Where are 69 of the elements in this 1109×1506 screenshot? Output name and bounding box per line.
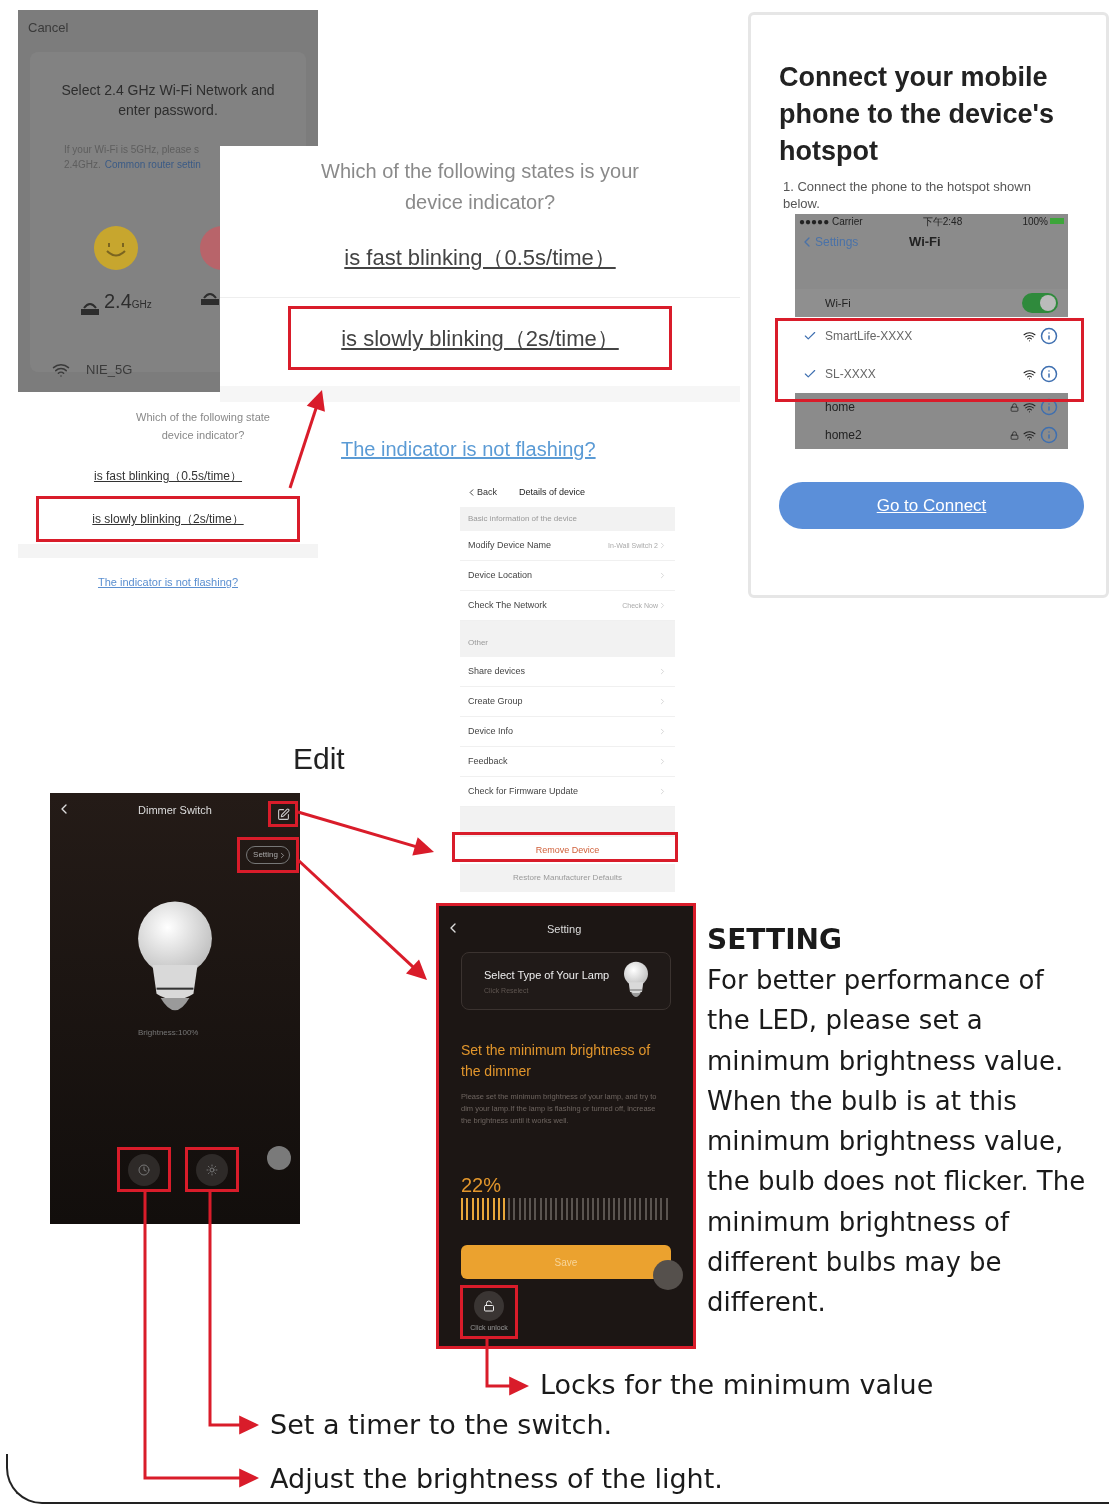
settings-row[interactable]: Device Info xyxy=(460,717,675,748)
settings-row[interactable]: Device Location xyxy=(460,561,675,592)
battery-label: 100% xyxy=(1022,213,1064,229)
remove-device-button[interactable]: Remove Device xyxy=(535,843,600,858)
lamp-type-title: Select Type of Your Lamp xyxy=(484,968,610,983)
back-link[interactable]: Back xyxy=(466,485,497,500)
brightness-label: Brightness:100% xyxy=(138,1027,199,1039)
hotspot-title: Connect your mobile phone to the device's hotspot xyxy=(779,61,1055,168)
network-row[interactable]: SL-XXXX xyxy=(795,355,1068,394)
screen-title: Setting xyxy=(547,922,582,937)
settings-row[interactable]: Check for Firmware Update xyxy=(460,777,675,808)
router-icon xyxy=(200,290,220,306)
settings-row[interactable]: Share devices xyxy=(460,657,675,688)
setting-note-title: SETTING xyxy=(707,922,843,958)
sheet-question: Which of the following state device indicator? xyxy=(136,410,270,443)
settings-row[interactable]: Create Group xyxy=(460,687,675,718)
edit-icon[interactable] xyxy=(276,807,290,821)
dimmer-heading: Set the minimum brightness of the dimmer xyxy=(461,1041,652,1081)
caption: Adjust the brightness of the light. xyxy=(270,1462,723,1496)
network-row[interactable]: SmartLife-XXXX xyxy=(795,317,1068,356)
chevron-icon xyxy=(658,697,667,707)
caption: Set a timer to the switch. xyxy=(270,1408,613,1442)
lock-button[interactable] xyxy=(474,1290,504,1321)
screen-title: Details of device xyxy=(519,485,586,499)
screen-title: Wi-Fi xyxy=(909,233,941,252)
band-label: 2.4GHz xyxy=(104,289,152,314)
wifi-signal-icon xyxy=(1023,329,1036,343)
settings-row[interactable]: Feedback xyxy=(460,747,675,778)
wifi-label: Wi-Fi xyxy=(825,295,851,311)
help-link[interactable]: The indicator is not flashing? xyxy=(98,574,238,591)
setting-note-text: For better performance of the LED, please set a minimum brightness value. When the bulb is at this minimum brightness value, the bulb does not flicker. The minimum brightness of different bulbs may be different. xyxy=(707,964,1086,1320)
info-icon[interactable] xyxy=(1040,365,1058,384)
brightness-reading: 22% xyxy=(461,1173,502,1198)
carrier-label: ●●●●● Carrier xyxy=(799,214,863,229)
chevron-icon xyxy=(658,541,667,551)
hotspot-step: 1. Connect the phone to the hotspot shown below. xyxy=(783,178,1043,212)
clock-label: 下午2:48 xyxy=(922,214,963,229)
chevron-icon xyxy=(658,727,667,737)
option-link[interactable]: is slowly blinking（2s/time） xyxy=(288,306,672,370)
wifi-signal-icon xyxy=(1023,367,1036,381)
router-icon xyxy=(80,300,100,316)
option-link[interactable]: is slowly blinking（2s/time） xyxy=(36,496,300,542)
section-header: Other xyxy=(468,637,488,650)
unlocked-padlock-icon xyxy=(483,1299,495,1312)
wifi-signal-icon xyxy=(1023,400,1036,414)
chevron-icon xyxy=(658,757,667,767)
chevron-icon xyxy=(658,571,667,581)
timer-button[interactable] xyxy=(128,1153,160,1186)
edit-label: Edit xyxy=(293,741,345,777)
sun-icon xyxy=(206,1163,218,1176)
option-link[interactable]: is fast blinking（0.5s/time） xyxy=(220,218,740,297)
option-link[interactable]: is fast blinking（0.5s/time） xyxy=(36,458,300,494)
smiley-icon xyxy=(94,226,138,270)
network-name: SmartLife-XXXX xyxy=(825,328,913,346)
wifi-signal-icon xyxy=(1023,428,1036,442)
section-header: Basic information of the device xyxy=(468,513,577,526)
network-name: home2 xyxy=(825,427,862,445)
wifi-toggle[interactable] xyxy=(1022,293,1058,314)
chevron-icon xyxy=(658,787,667,797)
wifi-heading: Select 2.4 GHz Wi-Fi Network and enter password. xyxy=(60,81,276,120)
screen-title: Dimmer Switch xyxy=(138,803,212,818)
chevron-icon xyxy=(658,667,667,677)
caption: Locks for the minimum value xyxy=(540,1368,934,1402)
clock-icon xyxy=(138,1163,150,1176)
network-name: SL-XXXX xyxy=(825,366,876,384)
info-icon[interactable] xyxy=(1040,327,1058,346)
sheet-question: Which of the following states is your device indicator? xyxy=(321,159,639,215)
chevron-icon xyxy=(658,601,667,611)
network-name: home xyxy=(825,399,856,417)
